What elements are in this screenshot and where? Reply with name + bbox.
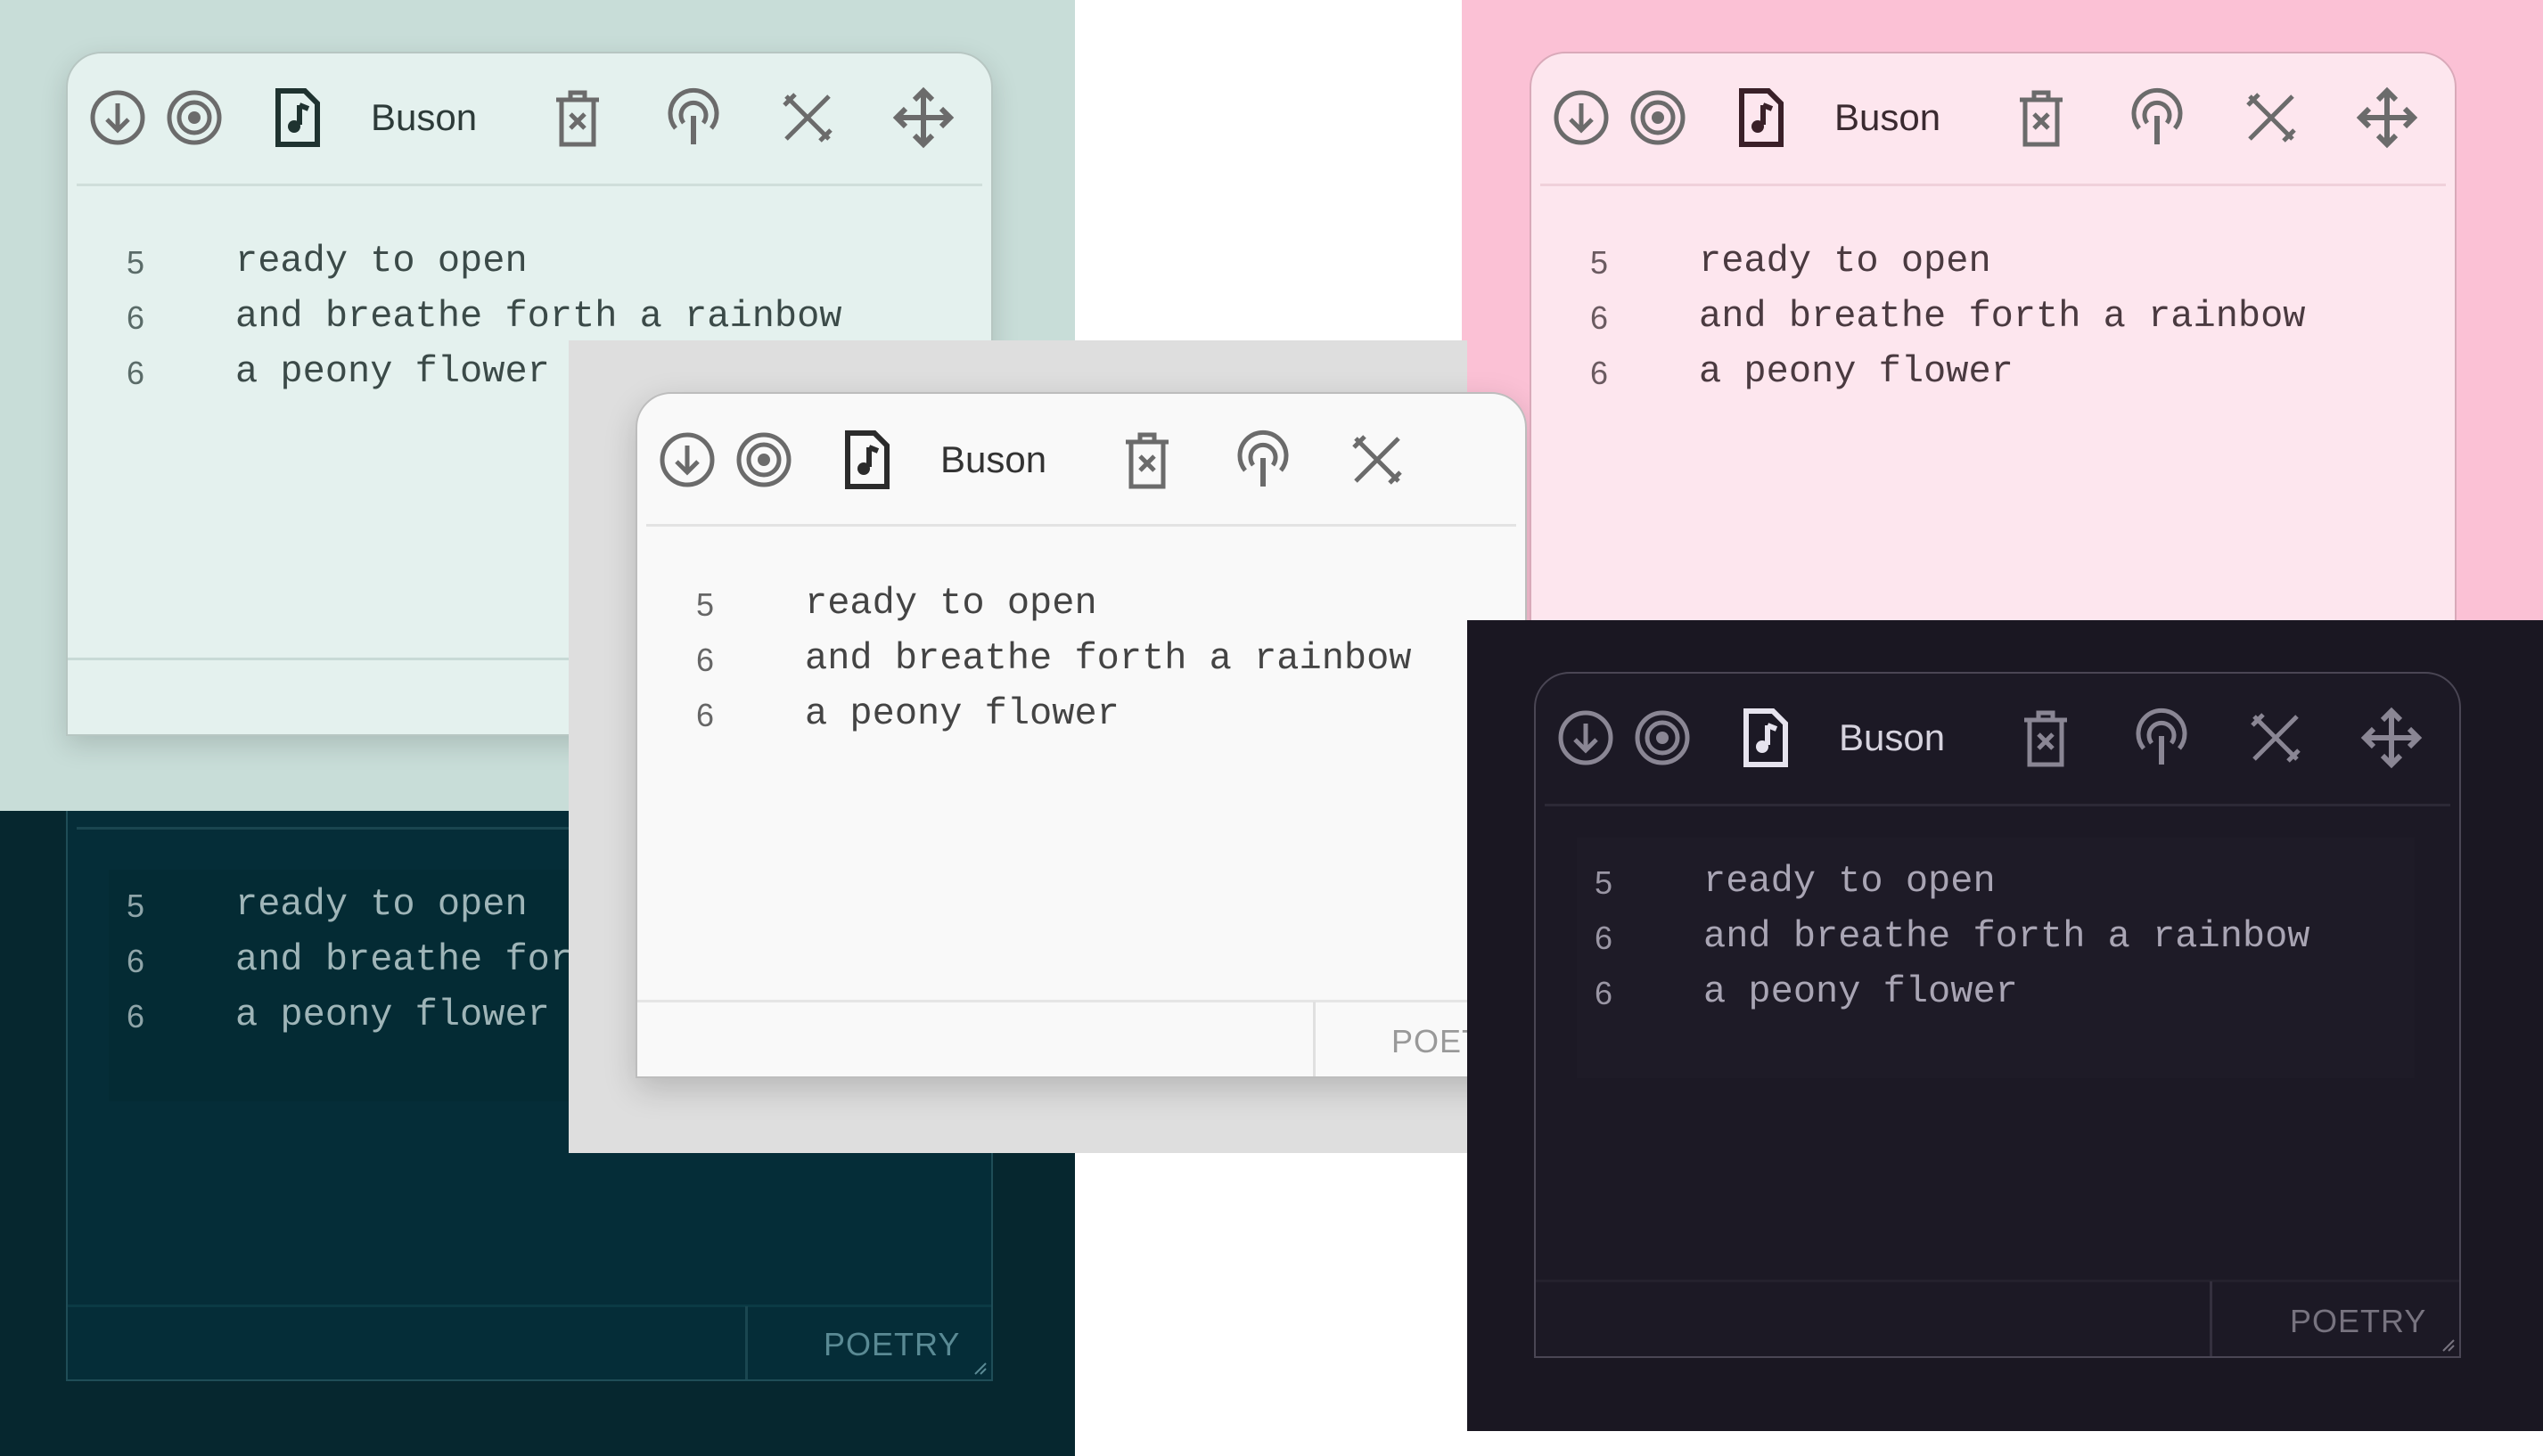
gray-poem-window: Buson 5 ready to open 6 and breathe fort…: [636, 392, 1527, 1078]
tools-icon[interactable]: [775, 86, 840, 150]
poem-line: a peony flower: [235, 350, 550, 393]
pink-poem-window: Buson 5 ready to open 6 and breathe fort…: [1530, 52, 2457, 675]
syllable-count: 6: [126, 299, 145, 336]
poem-line: and breathe forth a rainbow: [805, 637, 1412, 680]
music-file-icon[interactable]: [1729, 86, 1793, 150]
toolbar: Buson: [637, 394, 1525, 527]
window-title: Buson: [371, 96, 478, 138]
poem-line: ready to open: [805, 582, 1097, 625]
poem-line: and breathe forth a rainbow: [1699, 295, 2306, 338]
syllable-count: 5: [126, 888, 145, 924]
category-tag[interactable]: POETRY: [2290, 1303, 2426, 1340]
download-icon[interactable]: [1554, 706, 1618, 770]
move-icon[interactable]: [2355, 86, 2419, 150]
music-file-icon[interactable]: [266, 86, 330, 150]
poem-line: ready to open: [235, 240, 528, 282]
poem-line: ready to open: [235, 883, 528, 926]
toolbar: Buson: [68, 53, 991, 186]
podcast-icon[interactable]: [2125, 86, 2189, 150]
delete-icon[interactable]: [1115, 428, 1179, 492]
poem-line: a peony flower: [1699, 350, 2014, 393]
category-tag[interactable]: POETRY: [824, 1326, 960, 1363]
delete-icon[interactable]: [2009, 86, 2073, 150]
syllable-count: 5: [695, 586, 715, 623]
window-title: Buson: [1839, 716, 1946, 758]
window-title: Buson: [940, 438, 1047, 480]
delete-icon[interactable]: [546, 86, 610, 150]
poem-line: a peony flower: [235, 994, 550, 1036]
target-icon[interactable]: [1630, 706, 1694, 770]
dark-poem-window: Buson 5 ready to open 6 and breathe fort…: [1534, 672, 2461, 1358]
poem-line: ready to open: [1703, 860, 1996, 903]
poem-line: a peony flower: [1703, 970, 2018, 1013]
syllable-count: 6: [1589, 355, 1609, 391]
tools-icon[interactable]: [1345, 428, 1409, 492]
move-icon[interactable]: [2359, 706, 2424, 770]
download-icon[interactable]: [655, 428, 719, 492]
podcast-icon[interactable]: [661, 86, 726, 150]
footer-divider: [1536, 1280, 2459, 1282]
tools-icon[interactable]: [2239, 86, 2303, 150]
target-icon[interactable]: [162, 86, 226, 150]
syllable-count: 6: [126, 998, 145, 1035]
poem-line: ready to open: [1699, 240, 1991, 282]
move-icon[interactable]: [891, 86, 956, 150]
target-icon[interactable]: [1626, 86, 1690, 150]
footer-separator: [745, 1306, 748, 1379]
window-title: Buson: [1834, 96, 1941, 138]
syllable-count: 6: [1594, 920, 1613, 956]
target-icon[interactable]: [732, 428, 796, 492]
resize-grip-icon[interactable]: [2438, 1335, 2456, 1353]
syllable-count: 6: [1589, 299, 1609, 336]
syllable-count: 6: [126, 355, 145, 391]
podcast-icon[interactable]: [1231, 428, 1295, 492]
toolbar: Buson: [1536, 674, 2459, 806]
syllable-count: 5: [1589, 244, 1609, 281]
delete-icon[interactable]: [2014, 706, 2078, 770]
tools-icon[interactable]: [2244, 706, 2308, 770]
poem-line: and breathe forth a rainbow: [1703, 915, 2310, 958]
footer-separator: [1313, 1002, 1316, 1076]
poem-line: a peony flower: [805, 692, 1120, 735]
podcast-icon[interactable]: [2129, 706, 2194, 770]
download-icon[interactable]: [86, 86, 150, 150]
syllable-count: 6: [1594, 975, 1613, 1011]
syllable-count: 5: [1594, 864, 1613, 901]
download-icon[interactable]: [1549, 86, 1613, 150]
resize-grip-icon[interactable]: [970, 1358, 988, 1376]
syllable-count: 6: [126, 943, 145, 979]
poem-line: and breathe forth a rainbow: [235, 295, 842, 338]
footer-divider: [68, 1305, 991, 1307]
syllable-count: 6: [695, 697, 715, 733]
music-file-icon[interactable]: [1734, 706, 1798, 770]
syllable-count: 6: [695, 642, 715, 678]
footer-divider: [637, 1000, 1525, 1002]
music-file-icon[interactable]: [835, 428, 899, 492]
syllable-count: 5: [126, 244, 145, 281]
footer-separator: [2210, 1281, 2212, 1356]
toolbar: Buson: [1531, 53, 2455, 186]
